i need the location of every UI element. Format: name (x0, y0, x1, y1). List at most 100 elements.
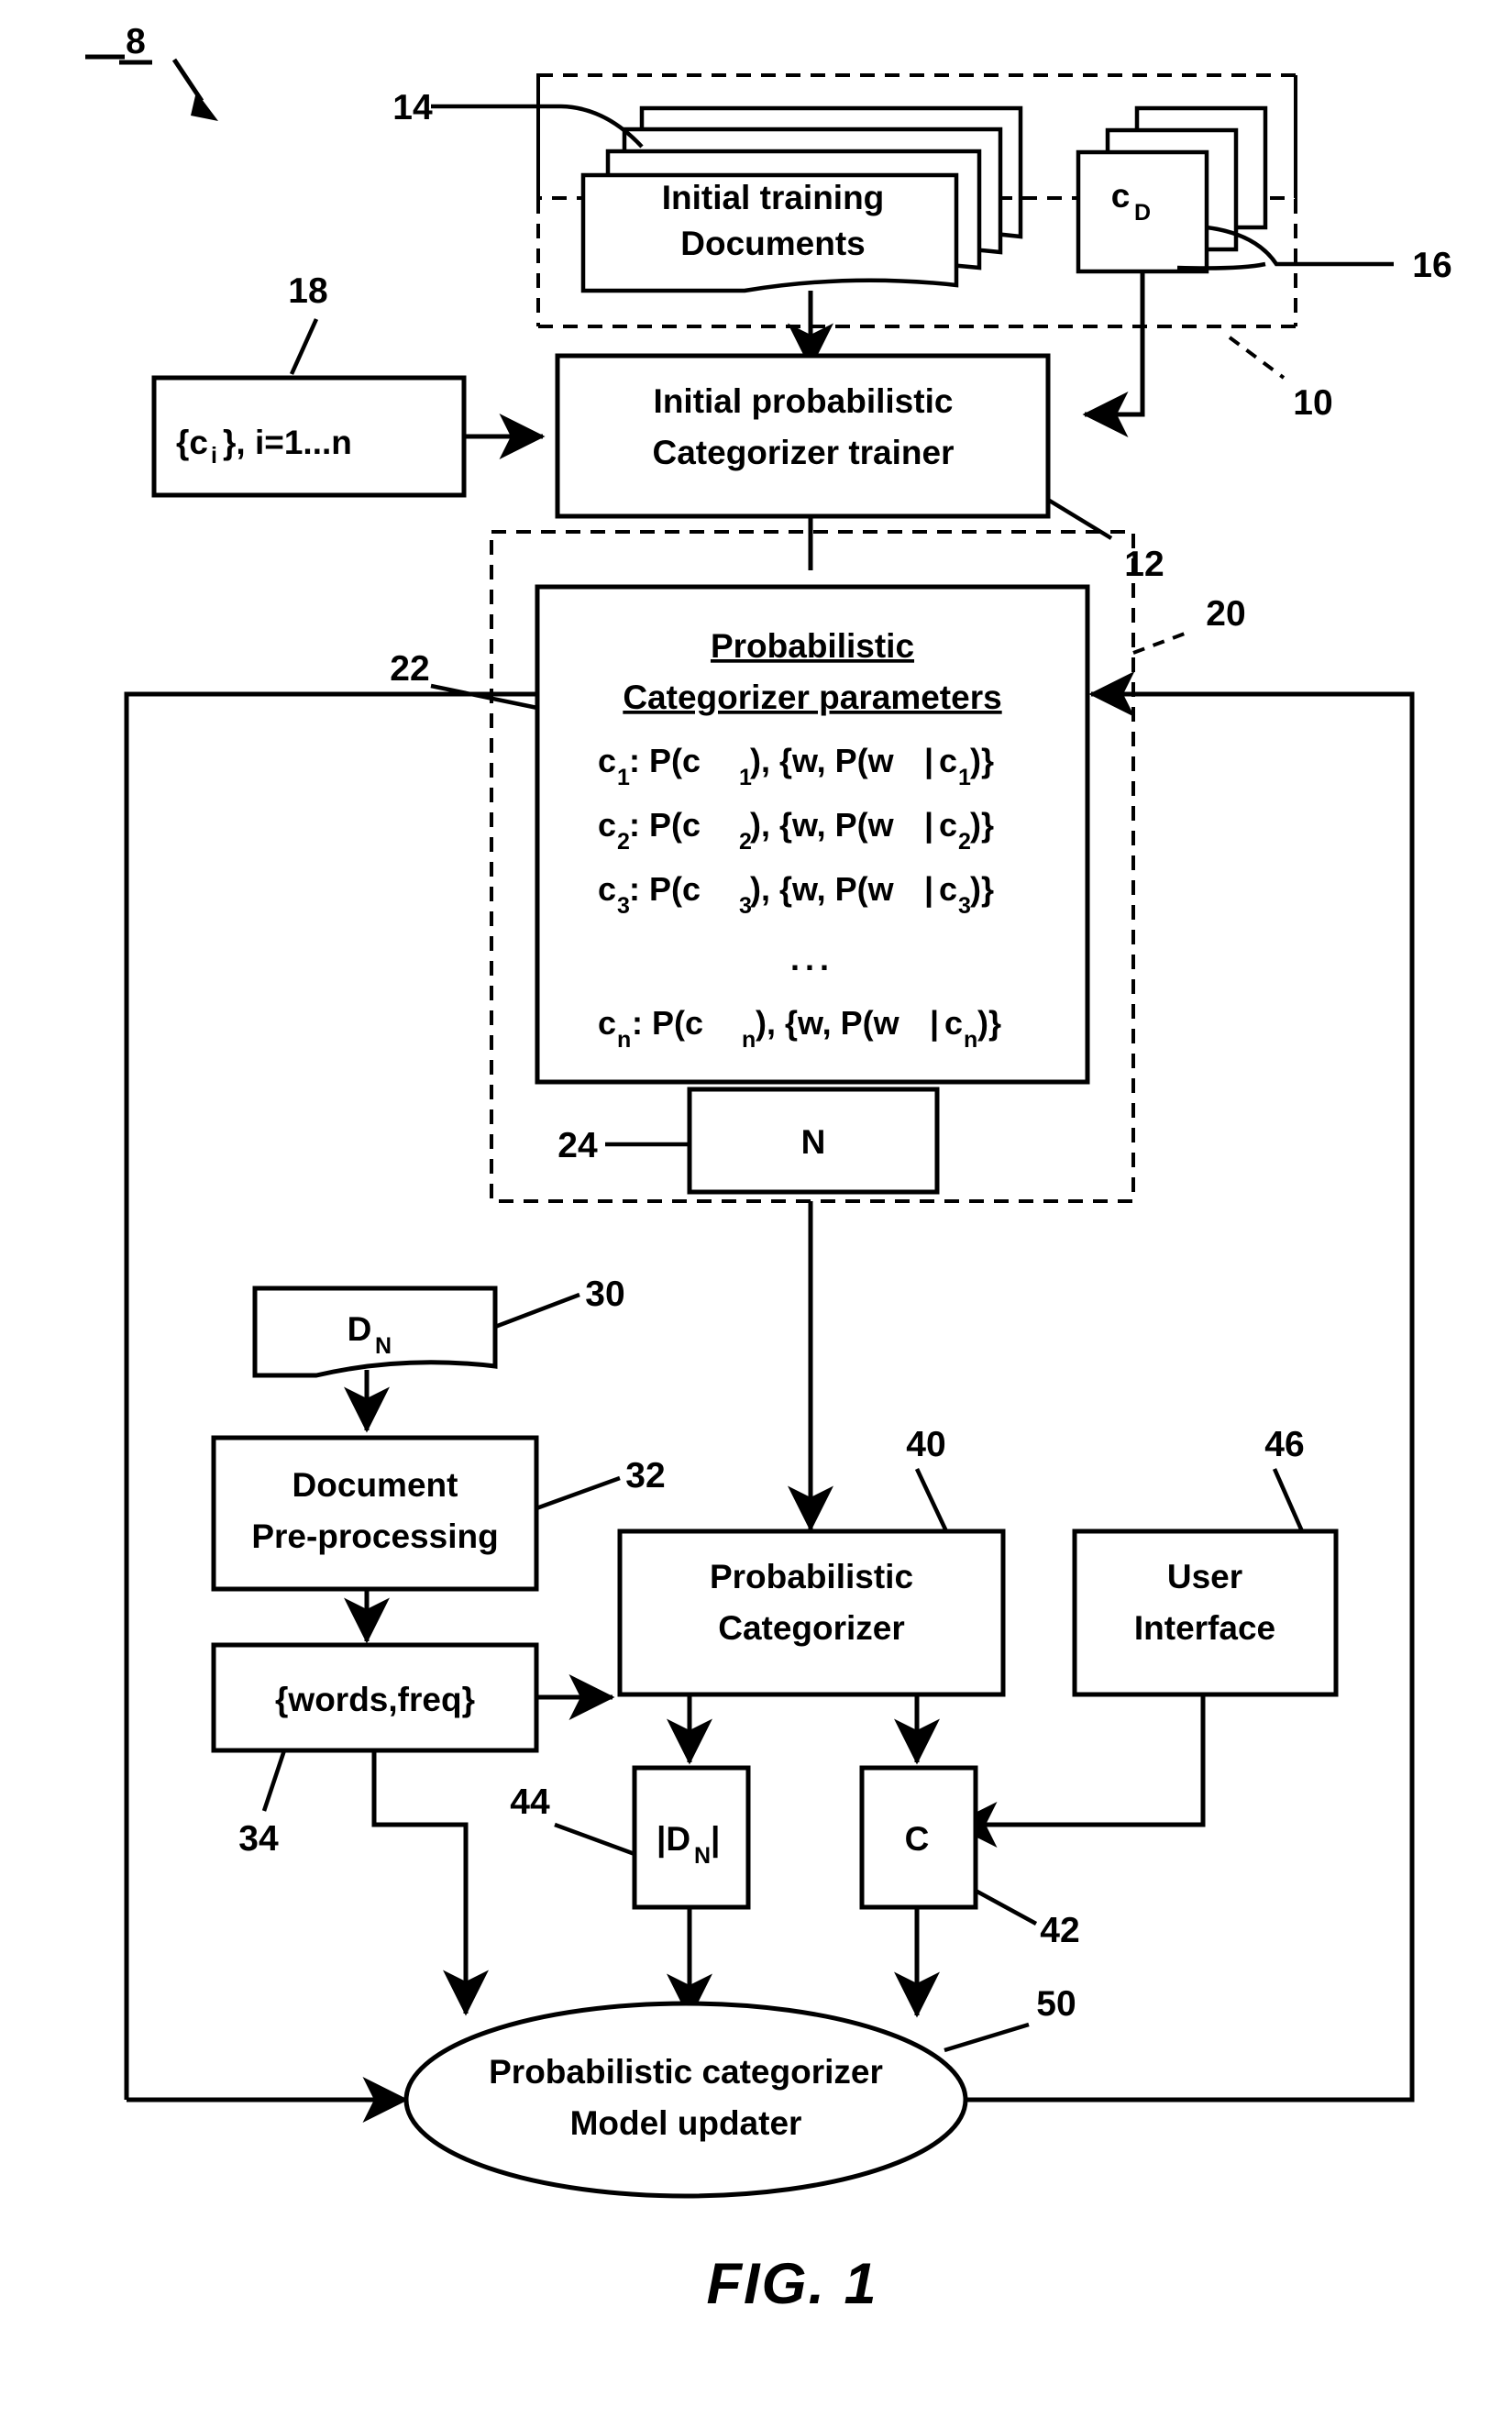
param-n-s2: n (964, 1027, 977, 1053)
preprocessing-line1: Document (292, 1466, 458, 1504)
user-interface-line1: User (1167, 1558, 1242, 1595)
ref-initial-trainer: 12 (1124, 545, 1164, 584)
param-3-t4: )} (970, 870, 994, 908)
feedback-loop-left (124, 691, 537, 2100)
arrow-wordsfreq-to-updater (371, 1750, 489, 2016)
training-documents-line1: Initial training (662, 179, 885, 216)
words-freq-ref-leader (261, 1749, 287, 1812)
initial-trainer-line1: Initial probabilistic (654, 382, 954, 420)
param-n-t3: c (944, 1004, 963, 1042)
param-2-s2: 2 (958, 829, 971, 855)
patent-figure-sheet: 8 14 16 10 18 12 20 22 24 30 32 34 40 46… (0, 0, 1512, 2428)
figure-caption: FIG. 1 (706, 2252, 877, 2316)
param-2-cat-sub: 2 (617, 829, 630, 855)
categorizer-line1: Probabilistic (710, 1558, 913, 1595)
ref-count: 24 (557, 1126, 598, 1165)
category-output-label: C (905, 1820, 930, 1858)
training-categories-label: c (1111, 177, 1131, 215)
ref-training-group: 10 (1293, 383, 1332, 423)
model-updater-ellipse[interactable] (403, 2001, 968, 2199)
param-1-bar: | (924, 742, 933, 780)
figure-1-flow-diagram: 8 14 16 10 18 12 20 22 24 30 32 34 40 46… (85, 22, 1452, 2316)
category-set-sub: i (211, 443, 217, 469)
model-updater-line1: Probabilistic categorizer (489, 2053, 883, 2091)
new-document-label: D (348, 1310, 372, 1348)
ref-training-categories: 16 (1412, 246, 1451, 285)
param-1-t2: ), {w, P(w (750, 742, 895, 779)
category-set-tail: }, i=1...n (223, 424, 352, 461)
categorizer-ref-leader (914, 1468, 949, 1532)
category-set-base: {c (176, 424, 208, 461)
param-3-t2: ), {w, P(w (750, 870, 895, 908)
ref-user-interface: 46 (1264, 1425, 1304, 1464)
training-documents-line2: Documents (680, 225, 865, 262)
ref-category-output: 42 (1040, 1911, 1079, 1950)
param-3-t1: : P(c (629, 870, 701, 908)
doc-length-ref-leader (554, 1822, 635, 1857)
system-ref-arrowhead (191, 92, 218, 121)
new-document-subscript: N (375, 1333, 392, 1359)
param-n-t1: : P(c (632, 1004, 703, 1042)
ref-model-updater: 50 (1036, 1984, 1076, 2024)
param-2-t1: : P(c (629, 806, 701, 844)
param-2-t4: )} (970, 806, 994, 844)
model-updater-ref-leader (944, 2022, 1030, 2053)
preprocessing-box[interactable] (211, 1435, 539, 1592)
param-n-t2: ), {w, P(w (756, 1004, 900, 1042)
param-3-t3: c (939, 870, 957, 908)
user-interface-ref-leader (1272, 1468, 1305, 1532)
initial-trainer-ref-leader (1046, 498, 1113, 540)
training-categories-subscript: D (1134, 200, 1151, 226)
param-2-bar: | (924, 806, 933, 844)
training-group-ref-leader (1228, 336, 1286, 380)
ref-category-set: 18 (288, 271, 327, 311)
new-document-shape[interactable] (252, 1286, 498, 1378)
param-1-t1: : P(c (629, 742, 701, 779)
categorizer-line2: Categorizer (718, 1609, 905, 1647)
param-n-s1: n (742, 1027, 756, 1053)
model-group-ref-leader (1132, 629, 1193, 655)
param-3-cat-sub: 3 (617, 893, 630, 919)
ref-system: 8 (126, 22, 146, 61)
ref-new-document: 30 (585, 1275, 624, 1314)
param-2-t3: c (939, 806, 957, 844)
param-3-s2: 3 (958, 893, 971, 919)
training-categories-stack (1076, 105, 1268, 274)
words-freq-label: {words,freq} (275, 1681, 475, 1718)
ref-model-group: 20 (1206, 594, 1245, 634)
ref-words-freq: 34 (238, 1819, 279, 1859)
parameters-ref-leader (430, 683, 538, 711)
category-output-ref-leader (974, 1889, 1038, 1926)
param-2-cat: c (598, 806, 616, 844)
parameters-title-line1: Probabilistic (711, 627, 914, 665)
ref-categorizer: 40 (906, 1425, 945, 1464)
param-n-cat-sub: n (617, 1027, 631, 1053)
param-1-s2: 1 (958, 765, 971, 790)
ref-parameters: 22 (390, 649, 429, 689)
category-set-ref-leader (289, 318, 319, 375)
doc-length-subscript: N (694, 1843, 711, 1869)
preprocessing-ref-leader (535, 1475, 621, 1511)
model-updater-line2: Model updater (570, 2104, 802, 2142)
ref-training-documents: 14 (392, 88, 433, 127)
param-3-cat: c (598, 870, 616, 908)
param-n-cat: c (598, 1004, 616, 1042)
initial-trainer-line2: Categorizer trainer (653, 434, 955, 471)
param-1-cat-sub: 1 (617, 765, 630, 790)
preprocessing-line2: Pre-processing (251, 1518, 498, 1555)
arrow-ui-to-category (951, 1694, 1206, 1848)
new-document-ref-leader (494, 1292, 580, 1330)
param-2-t2: ), {w, P(w (750, 806, 895, 844)
ref-preprocessing: 32 (625, 1456, 665, 1495)
param-1-t3: c (939, 742, 957, 779)
ref-doc-length: 44 (510, 1782, 550, 1822)
doc-length-box[interactable] (632, 1765, 751, 1910)
param-1-t4: )} (970, 742, 994, 779)
parameters-ellipsis: ... (790, 940, 834, 977)
arrow-categories-to-trainer (1082, 271, 1145, 437)
param-n-t4: )} (977, 1004, 1001, 1042)
doc-length-label: |D (657, 1820, 690, 1859)
count-label: N (801, 1123, 826, 1161)
param-1-cat: c (598, 742, 616, 779)
parameters-title-line2: Categorizer parameters (623, 679, 1001, 716)
